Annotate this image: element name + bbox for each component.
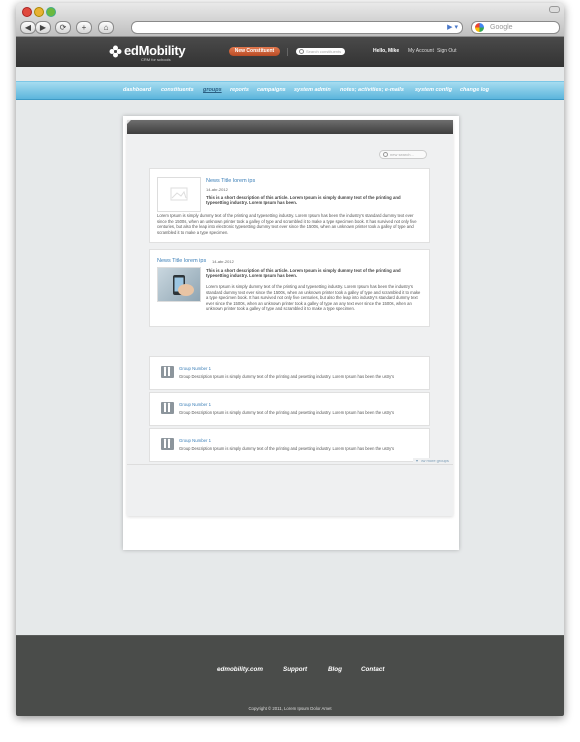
nav-item-reports[interactable]: reports [230,87,249,93]
nav-item-system-admin[interactable]: system admin [294,87,331,93]
new-constituent-button[interactable]: New Constituent [229,47,280,56]
go-arrow-icon: ▶ ▾ [447,24,458,31]
news-body: Lorem Ipsum is simply dummy text of the … [157,213,417,235]
logo-tagline: CRM for schools [141,57,171,62]
search-placeholder: Search constituents [306,49,342,54]
news-card: News Title lorem ips 14-abr-2012 This is… [149,249,430,327]
nav-item-notes[interactable]: notes; activities; e-mails [340,87,404,93]
sign-out-link[interactable]: Sign Out [437,48,456,54]
news-short-description: This is a short description of this arti… [206,268,401,279]
google-icon [475,23,484,32]
group-description: Group Description Ipsum is simply dummy … [179,374,395,379]
nav-item-system-config[interactable]: system config [415,87,452,93]
reload-icon: ⟳ [59,23,67,32]
home-button[interactable]: ⌂ [98,21,114,34]
main-nav: dashboard constituents groups reports ca… [16,81,564,100]
app-header: edMobility CRM for schools New Constitue… [16,37,564,67]
news-search-input[interactable]: new search... [379,150,427,159]
my-account-link[interactable]: My Account [408,48,434,54]
group-card[interactable]: Group Number 1 Group Description Ipsum i… [149,392,430,426]
nav-item-groups[interactable]: groups [203,87,222,93]
content-panel: new search... News Title lorem ips 14-ab… [123,116,459,550]
minimize-window-button[interactable] [34,7,44,17]
site-footer: edmobility.com Support Blog Contact Copy… [16,635,564,716]
back-button[interactable]: ◀ [20,21,36,34]
close-window-button[interactable] [22,7,32,17]
browser-toolbar: ◀ ▶ ⟳ + ⌂ ▶ ▾ Google [16,3,564,37]
group-card[interactable]: Group Number 1 Group Description Ipsum i… [149,428,430,462]
forward-button[interactable]: ▶ [35,21,51,34]
news-date: 14-abr-2012 [206,187,228,192]
nav-item-change-log[interactable]: change log [460,87,489,93]
forward-icon: ▶ [39,23,47,32]
toolbar-toggle-button[interactable] [549,6,560,13]
constituent-search-input[interactable]: Search constituents [296,48,345,55]
user-greeting: Hello, Mike [373,48,400,54]
footer-link-support[interactable]: Support [283,666,307,673]
address-bar[interactable]: ▶ ▾ [131,21,463,34]
search-icon [299,49,304,54]
chevron-down-icon: ▾ [413,458,422,463]
group-name[interactable]: Group Number 1 [179,366,211,371]
group-name[interactable]: Group Number 1 [179,402,211,407]
nav-item-constituents[interactable]: constituents [161,87,194,93]
nav-item-dashboard[interactable]: dashboard [123,87,151,93]
news-date: 14-abr-2012 [212,259,234,264]
footer-link-contact[interactable]: Contact [361,666,384,673]
footer-link-blog[interactable]: Blog [328,666,342,673]
reload-button[interactable]: ⟳ [55,21,71,34]
panel-title-bar [127,120,453,134]
group-description: Group Description Ipsum is simply dummy … [179,410,395,415]
news-photo [157,267,201,302]
add-icon: + [81,23,87,32]
home-icon: ⌂ [103,23,109,32]
group-name[interactable]: Group Number 1 [179,438,211,443]
group-icon [161,402,174,414]
group-card[interactable]: Group Number 1 Group Description Ipsum i… [149,356,430,390]
nav-item-campaigns[interactable]: campaigns [257,87,286,93]
show-more-divider: show more groups ▾ [127,458,453,465]
placeholder-image-icon [157,177,201,212]
back-icon: ◀ [24,23,32,32]
corner-fold-icon [127,120,131,124]
group-icon [161,366,174,378]
browser-search-placeholder: Google [490,24,513,31]
news-short-description: This is a short description of this arti… [206,195,401,206]
news-body: Lorem Ipsum is simply dummy text of the … [206,284,421,312]
zoom-window-button[interactable] [46,7,56,17]
group-description: Group Description Ipsum is simply dummy … [179,446,395,451]
news-search-placeholder: new search... [390,152,414,157]
news-card: News Title lorem ips 14-abr-2012 This is… [149,168,430,243]
reader-button[interactable]: + [76,21,92,34]
browser-window: ◀ ▶ ⟳ + ⌂ ▶ ▾ Google edMobility CRM for … [16,3,564,716]
news-title[interactable]: News Title lorem ips [206,178,255,184]
news-title[interactable]: News Title lorem ips [157,258,206,264]
flower-logo-icon [109,45,122,58]
groups-content: new search... News Title lorem ips 14-ab… [127,120,453,516]
copyright: Copyright © 2011, Lorem Ipsum Dolor Amet [248,706,332,711]
browser-search-field[interactable]: Google [471,21,560,34]
search-icon [383,152,388,157]
footer-link-edmobility[interactable]: edmobility.com [217,666,263,673]
divider [287,48,288,56]
logo-name: edMobility [124,43,186,58]
group-icon [161,438,174,450]
